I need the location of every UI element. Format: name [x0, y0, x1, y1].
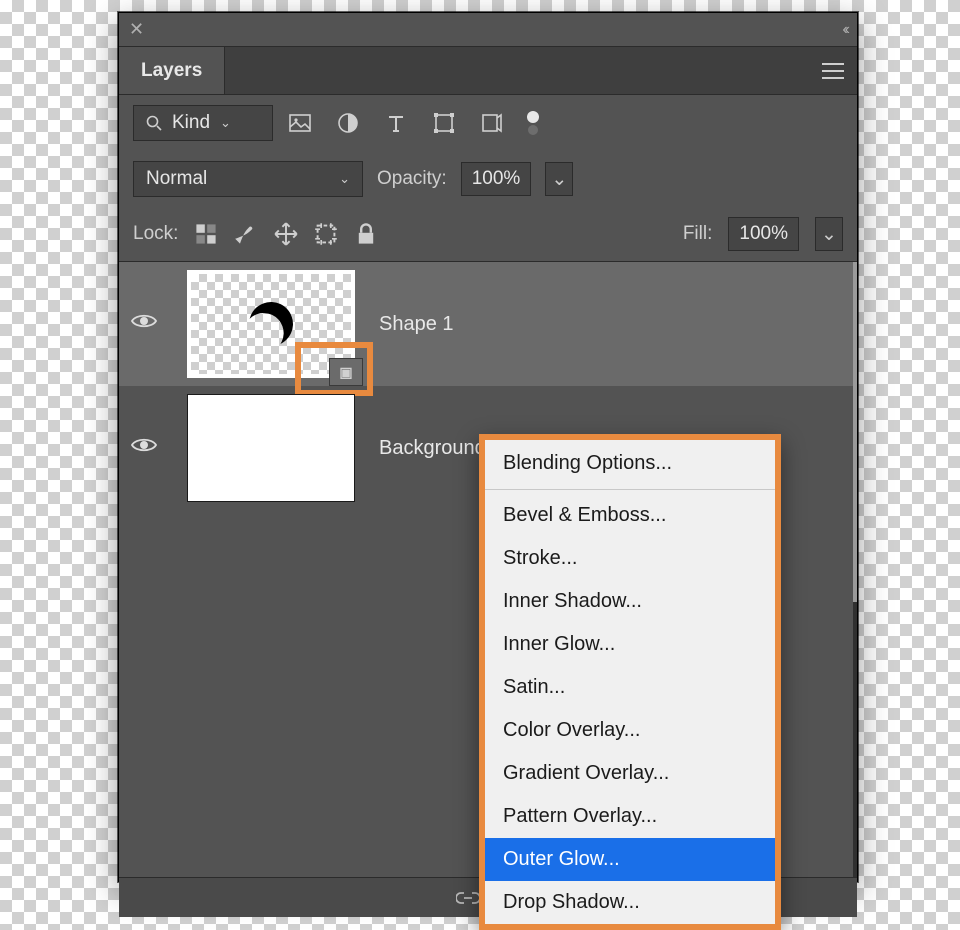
search-icon	[146, 115, 162, 131]
lock-row: Lock: Fill: 100% ⌄	[119, 207, 857, 261]
chevron-down-icon: ⌄	[339, 171, 350, 187]
layer-filter-kind-select[interactable]: Kind ⌄	[133, 105, 273, 141]
menu-separator	[485, 489, 775, 490]
panel-header: ✕ ‹‹	[119, 13, 857, 47]
layer-style-context-menu: Blending Options... Bevel & Emboss... St…	[479, 434, 781, 930]
image-icon[interactable]	[287, 110, 313, 136]
lock-position-icon[interactable]	[274, 222, 298, 246]
collapse-icon[interactable]: ‹‹	[842, 21, 847, 39]
menu-item-inner-shadow[interactable]: Inner Shadow...	[485, 580, 775, 623]
visibility-toggle-icon[interactable]	[131, 311, 157, 337]
tab-layers[interactable]: Layers	[119, 47, 225, 94]
layer-thumbnail[interactable]	[187, 394, 355, 502]
menu-item-inner-glow[interactable]: Inner Glow...	[485, 623, 775, 666]
type-icon[interactable]	[383, 110, 409, 136]
filter-row: Kind ⌄	[119, 95, 857, 151]
blend-mode-select[interactable]: Normal ⌄	[133, 161, 363, 197]
filter-toggle[interactable]	[527, 111, 539, 135]
menu-item-stroke[interactable]: Stroke...	[485, 537, 775, 580]
lock-pixels-icon[interactable]	[234, 222, 258, 246]
filter-icon-strip	[287, 110, 539, 136]
link-layers-icon[interactable]	[456, 891, 480, 905]
menu-item-gradient-overlay[interactable]: Gradient Overlay...	[485, 752, 775, 795]
fill-value: 100%	[739, 223, 788, 245]
background-thumbnail	[187, 394, 355, 502]
kind-label: Kind	[172, 112, 210, 134]
adjustment-icon[interactable]	[335, 110, 361, 136]
layer-name[interactable]: Background	[379, 437, 486, 460]
panel-menu-icon[interactable]	[809, 47, 857, 94]
smartobject-badge-icon: ▣	[329, 358, 363, 386]
blend-row: Normal ⌄ Opacity: 100% ⌄	[119, 151, 857, 207]
layer-row[interactable]: ▣ Shape 1	[119, 262, 853, 386]
fill-label: Fill:	[683, 223, 713, 245]
shape-icon[interactable]	[431, 110, 457, 136]
layer-thumbnail[interactable]: ▣	[187, 270, 355, 378]
smartobject-icon[interactable]	[479, 110, 505, 136]
menu-item-pattern-overlay[interactable]: Pattern Overlay...	[485, 795, 775, 838]
moon-shape-icon	[249, 302, 293, 346]
close-icon[interactable]: ✕	[129, 19, 144, 40]
opacity-label: Opacity:	[377, 168, 447, 190]
menu-item-color-overlay[interactable]: Color Overlay...	[485, 709, 775, 752]
visibility-toggle-icon[interactable]	[131, 435, 157, 461]
menu-item-bevel-emboss[interactable]: Bevel & Emboss...	[485, 494, 775, 537]
lock-all-icon[interactable]	[354, 222, 378, 246]
opacity-value: 100%	[472, 168, 521, 190]
tabs-row: Layers	[119, 47, 857, 95]
menu-item-blending-options[interactable]: Blending Options...	[485, 440, 775, 485]
menu-item-outer-glow[interactable]: Outer Glow...	[485, 838, 775, 881]
opacity-field[interactable]: 100%	[461, 162, 532, 196]
fill-chevron[interactable]: ⌄	[815, 217, 843, 251]
lock-label: Lock:	[133, 223, 178, 245]
chevron-down-icon: ⌄	[220, 115, 231, 131]
fill-field[interactable]: 100%	[728, 217, 799, 251]
opacity-chevron[interactable]: ⌄	[545, 162, 573, 196]
blend-mode-value: Normal	[146, 168, 207, 190]
tab-label: Layers	[141, 60, 202, 82]
lock-artboard-icon[interactable]	[314, 222, 338, 246]
layer-name[interactable]: Shape 1	[379, 313, 454, 336]
scrollbar-thumb[interactable]	[853, 262, 857, 602]
menu-item-satin[interactable]: Satin...	[485, 666, 775, 709]
lock-transparency-icon[interactable]	[194, 222, 218, 246]
